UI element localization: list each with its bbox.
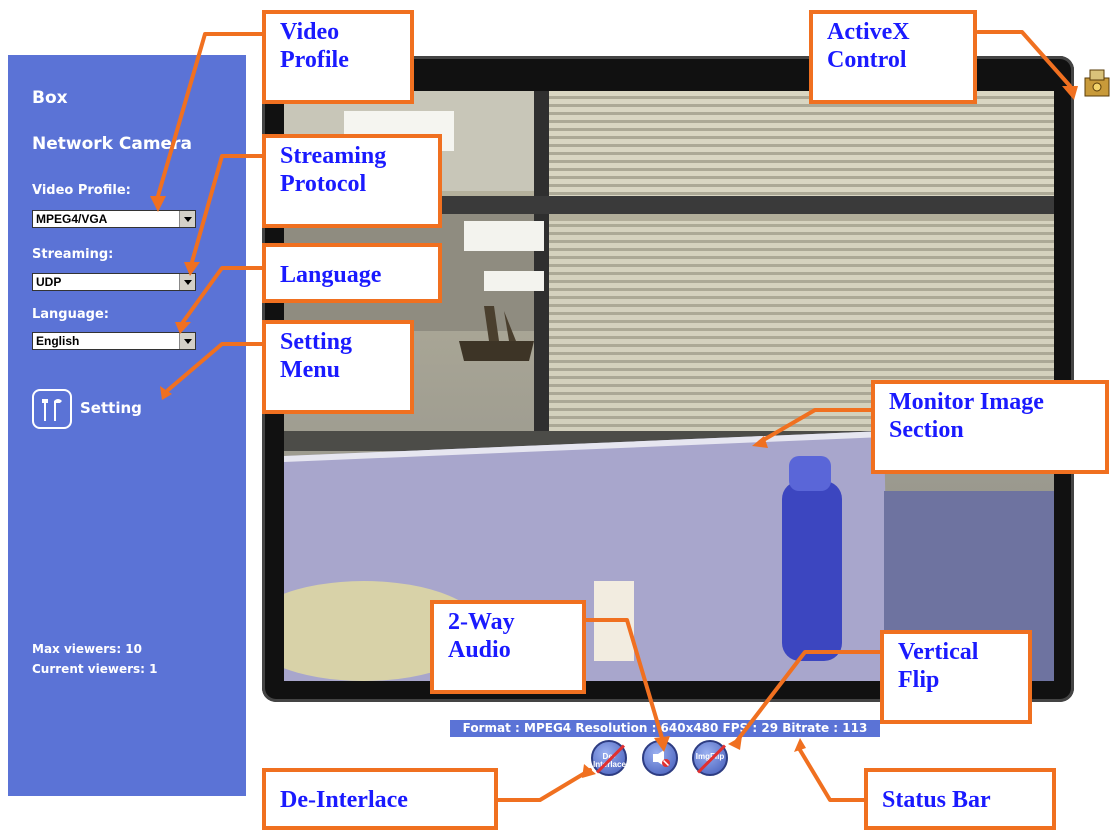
vertical-flip-button[interactable]: ImgFlip [692,740,728,776]
callout-streaming-protocol: Streaming Protocol [262,134,442,228]
product-subtitle: Network Camera [32,134,192,154]
setting-button[interactable]: Setting [32,389,192,431]
callout-status-bar: Status Bar [864,768,1056,830]
callout-two-way-audio: 2-Way Audio [430,600,586,694]
callout-setting-menu: Setting Menu [262,320,414,414]
current-viewers: Current viewers: 1 [32,662,158,676]
chevron-down-icon[interactable] [179,274,195,290]
language-label: Language: [32,307,109,322]
deinterlace-button[interactable]: De-Interlace [591,740,627,776]
tools-icon[interactable] [32,389,72,429]
status-bar: Format : MPEG4 Resolution : 640x480 FPS … [450,720,880,737]
video-profile-label: Video Profile: [32,183,131,198]
callout-video-profile: Video Profile [262,10,414,104]
speaker-muted-icon [653,750,670,767]
sidebar: Box Network Camera Video Profile: MPEG4/… [8,55,246,796]
chevron-down-icon[interactable] [179,211,195,227]
streaming-label: Streaming: [32,247,114,262]
language-value: English [36,334,80,348]
chevron-down-icon[interactable] [179,333,195,349]
product-title: Box [32,88,68,108]
video-profile-select[interactable]: MPEG4/VGA [32,210,196,228]
activex-icon[interactable] [1082,66,1112,100]
callout-de-interlace: De-Interlace [262,768,498,830]
language-select[interactable]: English [32,332,196,350]
streaming-value: UDP [36,275,62,289]
streaming-select[interactable]: UDP [32,273,196,291]
callout-monitor-image-section: Monitor Image Section [871,380,1109,474]
callout-activex-control: ActiveX Control [809,10,977,104]
setting-label: Setting [80,399,142,417]
callout-language: Language [262,243,442,303]
two-way-audio-button[interactable] [642,740,678,776]
video-profile-value: MPEG4/VGA [36,212,108,226]
max-viewers: Max viewers: 10 [32,642,142,656]
callout-vertical-flip: Vertical Flip [880,630,1032,724]
